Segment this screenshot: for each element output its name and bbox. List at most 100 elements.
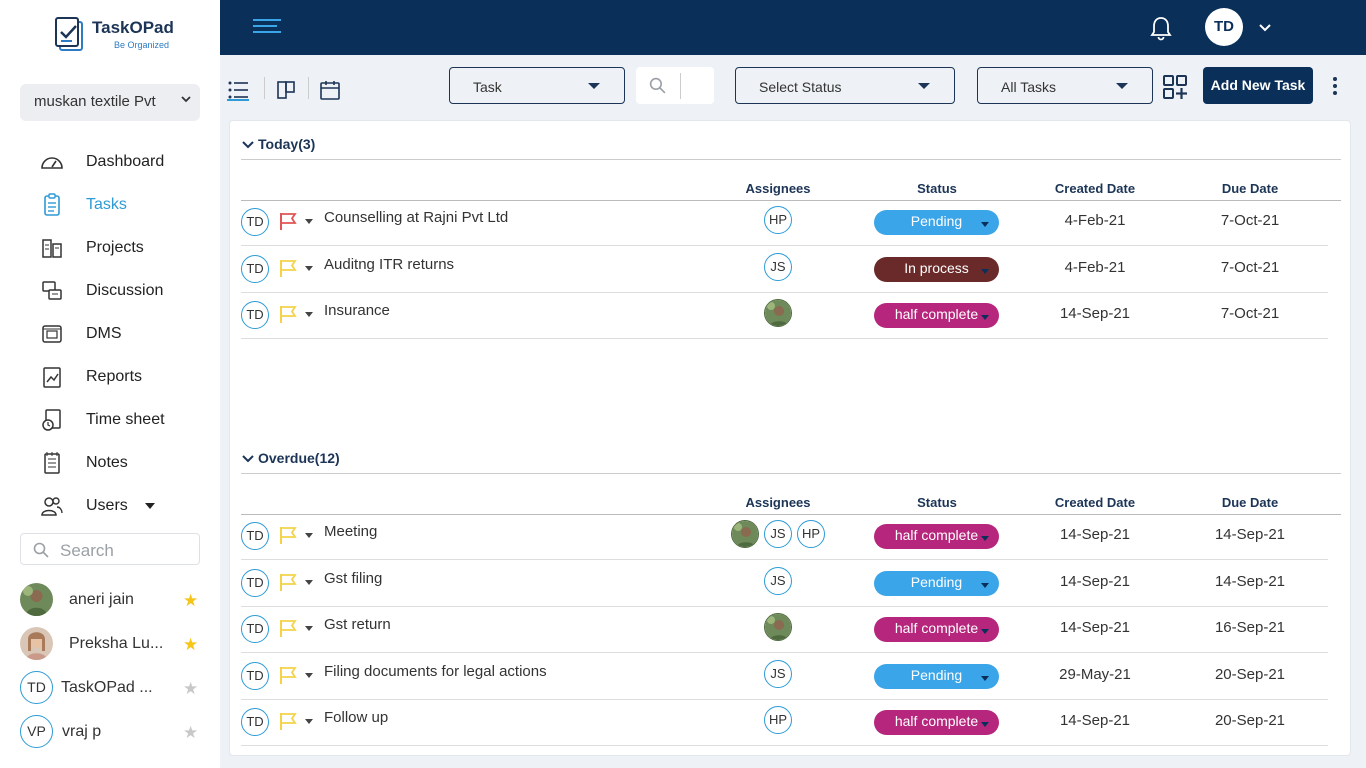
priority-flag-icon[interactable]	[278, 711, 298, 731]
owner-avatar[interactable]: TD	[241, 254, 269, 283]
add-new-task-button[interactable]: Add New Task	[1203, 67, 1313, 104]
status-dropdown[interactable]: half complete	[874, 617, 999, 642]
caret-down-icon[interactable]	[305, 626, 313, 631]
caret-down-icon[interactable]	[305, 312, 313, 317]
due-date: 16-Sep-21	[1214, 619, 1286, 636]
sidebar-search-input[interactable]: Search	[20, 533, 200, 565]
owner-avatar[interactable]: TD	[241, 661, 269, 690]
table-row[interactable]: TD Gst filing JS Pending 14-Sep-21 14-Sep-21	[241, 561, 1328, 607]
assignee-avatar[interactable]: JS	[764, 659, 792, 688]
task-name[interactable]: Meeting	[324, 523, 377, 540]
sidebar-item-notes[interactable]: Notes	[0, 441, 220, 484]
priority-flag-icon[interactable]	[278, 258, 298, 278]
more-options-icon[interactable]	[1333, 77, 1337, 97]
priority-flag-icon[interactable]	[278, 572, 298, 592]
status-label: half complete	[894, 713, 979, 729]
assignee-avatar[interactable]	[731, 520, 759, 548]
table-row[interactable]: TD Auditng ITR returns JS In process 4-Feb-2…	[241, 247, 1328, 293]
status-dropdown[interactable]: half complete	[874, 303, 999, 328]
status-dropdown[interactable]: Pending	[874, 663, 999, 689]
priority-flag-icon[interactable]	[278, 618, 298, 638]
contact-item[interactable]: Preksha Lu... ★	[20, 627, 200, 661]
company-select[interactable]: muskan textile Pvt	[20, 84, 200, 121]
task-name[interactable]: Auditng ITR returns	[324, 256, 454, 273]
assignee-avatar[interactable]: HP	[797, 520, 825, 548]
table-row[interactable]: TD Follow up HP half complete 14-Sep-21 20-Se…	[241, 700, 1328, 746]
section-header-overdue[interactable]: Overdue(12)	[241, 448, 1341, 474]
star-icon[interactable]: ★	[183, 679, 198, 699]
section-header-today[interactable]: Today(3)	[241, 134, 1341, 160]
caret-down-icon[interactable]	[144, 500, 156, 512]
assignee-avatar[interactable]: JS	[764, 252, 792, 281]
table-row[interactable]: TD Filing documents for legal actions JS Pe…	[241, 654, 1328, 700]
status-select[interactable]: Select Status	[735, 67, 955, 104]
assignee-avatar[interactable]: JS	[764, 520, 792, 548]
user-avatar[interactable]: TD	[1205, 8, 1243, 46]
caret-down-icon[interactable]	[305, 533, 313, 538]
priority-flag-icon[interactable]	[278, 665, 298, 685]
status-dropdown[interactable]: Pending	[874, 570, 999, 596]
contact-item[interactable]: VP vraj p ★	[20, 715, 200, 749]
type-select[interactable]: Task	[449, 67, 625, 104]
status-dropdown[interactable]: Pending	[874, 210, 999, 235]
star-icon[interactable]: ★	[183, 635, 198, 655]
task-name[interactable]: Insurance	[324, 302, 390, 319]
sidebar-item-tasks[interactable]: Tasks	[0, 183, 220, 226]
star-icon[interactable]: ★	[183, 591, 198, 611]
task-name[interactable]: Follow up	[324, 709, 388, 726]
contact-item[interactable]: aneri jain ★	[20, 583, 200, 617]
priority-flag-icon[interactable]	[278, 211, 298, 231]
sidebar-item-dashboard[interactable]: Dashboard	[0, 140, 220, 183]
status-dropdown[interactable]: half complete	[874, 710, 999, 735]
owner-avatar[interactable]: TD	[241, 568, 269, 597]
owner-avatar[interactable]: TD	[241, 522, 269, 550]
filter-select[interactable]: All Tasks	[977, 67, 1153, 104]
caret-down-icon[interactable]	[305, 219, 313, 224]
caret-down-icon[interactable]	[305, 579, 313, 585]
sidebar-item-time-sheet[interactable]: Time sheet	[0, 398, 220, 441]
owner-avatar[interactable]: TD	[241, 615, 269, 643]
sidebar-item-reports[interactable]: Reports	[0, 355, 220, 398]
caret-down-icon[interactable]	[305, 265, 313, 271]
caret-down-icon[interactable]	[305, 719, 313, 724]
sidebar-item-label: Reports	[86, 368, 143, 385]
priority-flag-icon[interactable]	[278, 304, 298, 324]
table-row[interactable]: TD Insurance half complete 14-Sep-21 7-Oct-2…	[241, 293, 1328, 339]
priority-flag-icon[interactable]	[278, 525, 298, 545]
sidebar-item-dms[interactable]: DMS	[0, 312, 220, 355]
sidebar-item-projects[interactable]: Projects	[0, 226, 220, 269]
status-label: Pending	[910, 573, 963, 590]
star-icon[interactable]: ★	[183, 723, 198, 743]
bell-icon[interactable]	[1149, 15, 1173, 41]
status-dropdown[interactable]: In process	[874, 256, 999, 282]
task-name[interactable]: Counselling at Rajni Pvt Ltd	[324, 209, 508, 226]
sidebar-item-discussion[interactable]: Discussion	[0, 269, 220, 312]
table-row[interactable]: TD Counselling at Rajni Pvt Ltd HP Pending 4…	[241, 200, 1328, 246]
owner-avatar[interactable]: TD	[241, 301, 269, 329]
contact-item[interactable]: TD TaskOPad ... ★	[20, 671, 200, 705]
task-name[interactable]: Filing documents for legal actions	[324, 663, 547, 680]
quick-search-input[interactable]	[636, 67, 714, 104]
owner-avatar[interactable]: TD	[241, 208, 269, 236]
menu-icon[interactable]	[253, 19, 281, 37]
calendar-icon[interactable]	[319, 79, 341, 101]
status-label: half complete	[894, 620, 979, 636]
table-row[interactable]: TD Gst return half complete 14-Sep-21 16-Sep…	[241, 607, 1328, 653]
assignee-avatar[interactable]: HP	[764, 206, 792, 234]
board-view-icon[interactable]	[275, 79, 297, 101]
list-view-icon[interactable]	[227, 79, 249, 101]
assignee-avatar[interactable]: HP	[764, 706, 792, 734]
status-dropdown[interactable]: half complete	[874, 524, 999, 549]
grid-add-icon[interactable]	[1163, 75, 1187, 99]
sidebar-item-users[interactable]: Users	[0, 484, 220, 527]
task-name[interactable]: Gst filing	[324, 570, 382, 587]
assignee-avatar[interactable]	[764, 299, 792, 327]
table-row[interactable]: TD Meeting JS HP half complete 14-Sep-21 14-Se…	[241, 514, 1328, 560]
assignee-avatar[interactable]	[764, 613, 792, 641]
task-name[interactable]: Gst return	[324, 616, 391, 633]
app-logo[interactable]: TaskOPad Be Organized	[54, 16, 184, 56]
caret-down-icon[interactable]	[305, 672, 313, 678]
owner-avatar[interactable]: TD	[241, 708, 269, 736]
chevron-down-icon[interactable]	[1258, 20, 1272, 34]
assignee-avatar[interactable]: JS	[764, 566, 792, 595]
